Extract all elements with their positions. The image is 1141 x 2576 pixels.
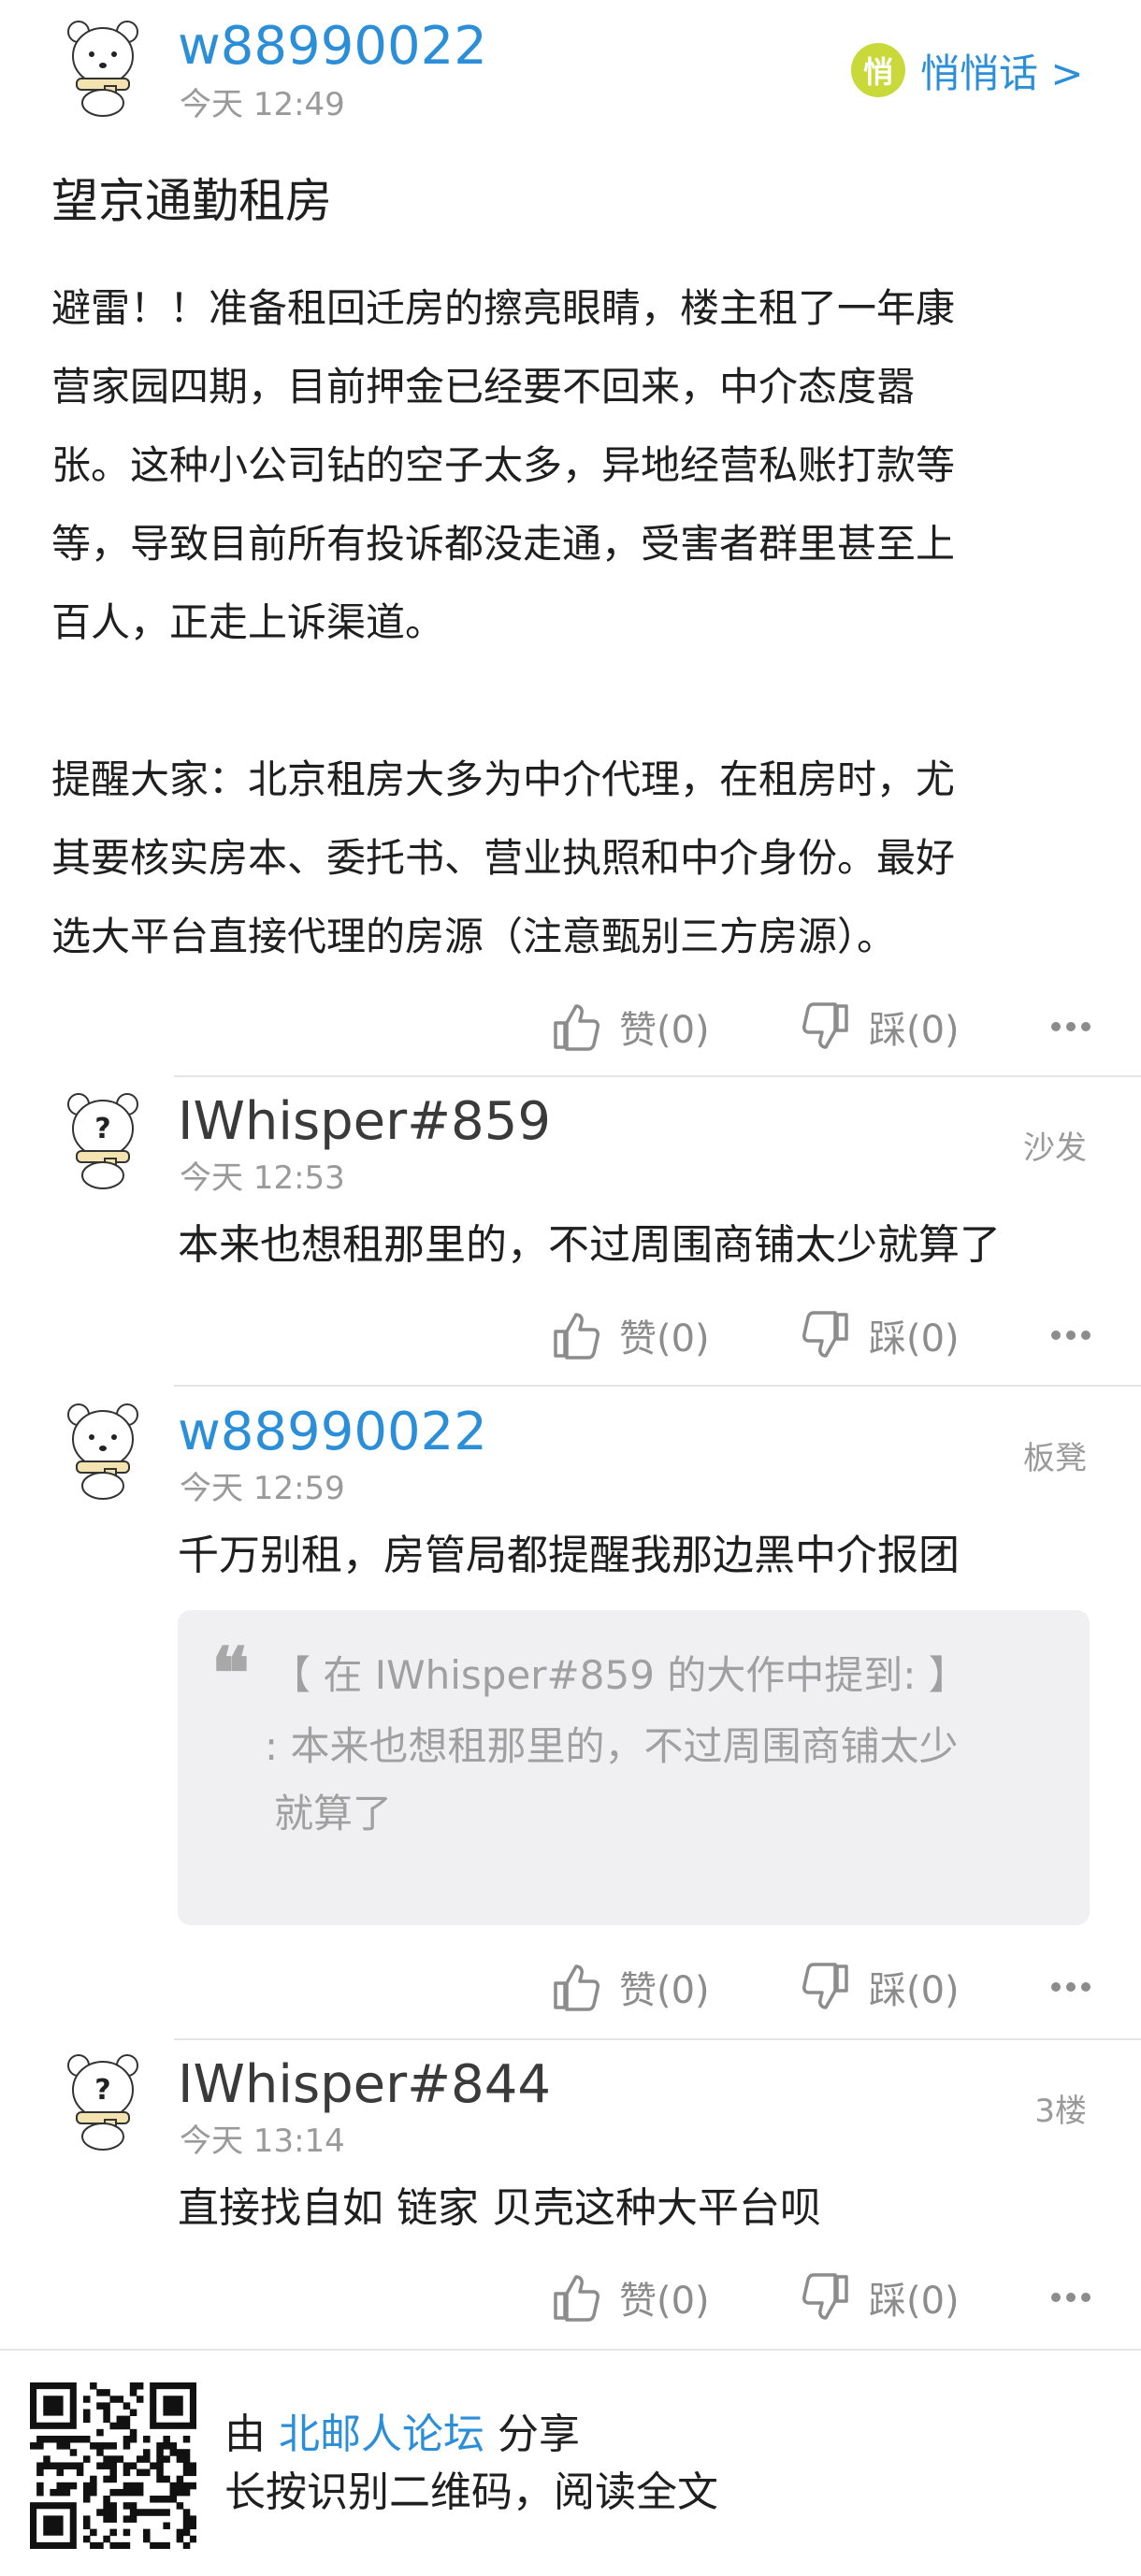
divider	[174, 1075, 1141, 1077]
thumbs-down-icon	[802, 1311, 848, 1358]
post-body-line: 营家园四期，目前押金已经要不回来，中介态度嚣	[51, 364, 917, 410]
quote-header: 【 在 IWhisper#859 的大作中提到: 】	[271, 1652, 968, 1698]
reply-author[interactable]: IWhisper#859	[178, 1092, 551, 1152]
like-button[interactable]: 赞(0)	[550, 994, 710, 1059]
dislike-button[interactable]: 踩(0)	[800, 994, 960, 1059]
reply-text: 千万别租，房管局都提醒我那边黑中介报团	[178, 1532, 960, 1579]
more-icon	[1051, 1331, 1090, 1340]
post-body-line: 避雷！！准备租回迁房的擦亮眼睛，楼主租了一年康	[51, 285, 956, 331]
divider	[174, 1385, 1141, 1387]
quote-body: : 本来也想租那里的，不过周围商铺太少 就算了	[265, 1713, 1069, 1848]
quote-line: : 本来也想租那里的，不过周围商铺太少	[265, 1723, 959, 1769]
quote-mark-icon: ❝	[211, 1632, 250, 1715]
floor-label: 板凳	[1023, 1440, 1087, 1477]
post-actions: 赞(0) 踩(0)	[542, 994, 1104, 1059]
question-bear-avatar-icon[interactable]: ?	[64, 2051, 142, 2153]
dislike-button[interactable]: 踩(0)	[800, 2265, 960, 2330]
like-button[interactable]: 赞(0)	[550, 1302, 710, 1368]
dislike-button[interactable]: 踩(0)	[800, 1954, 960, 2020]
share-prefix: 由	[224, 2411, 279, 2458]
reply-author[interactable]: IWhisper#844	[178, 2055, 551, 2115]
thumbs-up-icon	[554, 1313, 599, 1360]
forum-link[interactable]: 北邮人论坛	[279, 2411, 484, 2458]
dislike-count: 踩(0)	[869, 2280, 960, 2323]
reply-time: 今天 12:59	[180, 1470, 345, 1507]
bear-avatar-icon[interactable]	[64, 1400, 142, 1503]
more-icon	[1051, 1022, 1090, 1031]
like-button[interactable]: 赞(0)	[550, 2265, 710, 2330]
post-body-line: 百人，正走上诉渠道。	[51, 599, 445, 645]
post-author[interactable]: w88990022	[178, 17, 487, 77]
forum-thread-page: w88990022 今天 12:49 悄 悄悄话 > 望京通勤租房 避雷！！准备…	[0, 0, 1141, 2576]
dislike-count: 踩(0)	[869, 1969, 960, 2012]
floor-label: 沙发	[1023, 1130, 1087, 1167]
more-button[interactable]	[1043, 1302, 1099, 1368]
like-count: 赞(0)	[619, 1009, 710, 1052]
post-body-line: 提醒大家：北京租房大多为中介代理，在租房时，尤	[51, 756, 956, 802]
post-body: 避雷！！准备租回迁房的擦亮眼睛，楼主租了一年康 营家园四期，目前押金已经要不回来…	[51, 269, 1099, 976]
floor-label: 3楼	[1034, 2093, 1087, 2130]
reply-text: 直接找自如 链家 贝壳这种大平台呗	[178, 2184, 821, 2232]
whisper-label: 悄悄话 >	[920, 50, 1084, 96]
reply-text: 本来也想租那里的，不过周围商铺太少就算了	[178, 1221, 1001, 1269]
question-bear-avatar-icon[interactable]: ?	[64, 1089, 142, 1192]
share-suffix: 分享	[484, 2411, 580, 2458]
thumbs-up-icon	[554, 1964, 599, 2011]
more-button[interactable]	[1043, 2265, 1099, 2330]
reply-actions: 赞(0) 踩(0)	[542, 1302, 1104, 1368]
reply-author[interactable]: w88990022	[178, 1403, 487, 1462]
post-body-line: 选大平台直接代理的房源（注意甄别三方房源）。	[51, 914, 897, 959]
quote-line: 就算了	[274, 1791, 393, 1836]
more-icon	[1051, 1982, 1090, 1992]
post-title: 望京通勤租房	[51, 174, 332, 228]
more-icon	[1051, 2293, 1090, 2302]
divider	[174, 2038, 1141, 2040]
thumbs-down-icon	[802, 1963, 848, 2009]
bear-avatar-icon[interactable]	[64, 17, 142, 120]
like-button[interactable]: 赞(0)	[550, 1954, 710, 2020]
footer-divider	[0, 2349, 1141, 2351]
qr-code-icon[interactable]	[30, 2382, 197, 2550]
whisper-button[interactable]: 悄 悄悄话 >	[851, 37, 1084, 103]
post-time: 今天 12:49	[180, 86, 345, 123]
svg-text:?: ?	[94, 1113, 110, 1145]
more-button[interactable]	[1043, 994, 1099, 1059]
like-count: 赞(0)	[619, 1969, 710, 2012]
dislike-count: 踩(0)	[869, 1009, 960, 1052]
thumbs-up-icon	[554, 1004, 599, 1051]
like-count: 赞(0)	[619, 2280, 710, 2323]
post-body-line: 张。这种小公司钻的空子太多，异地经营私账打款等	[51, 442, 956, 488]
reply-time: 今天 12:53	[180, 1159, 345, 1197]
reply-time: 今天 13:14	[180, 2123, 345, 2160]
post-body-line: 其要核实房本、委托书、营业执照和中介身份。最好	[51, 835, 956, 881]
whisper-badge: 悄	[851, 43, 905, 97]
dislike-button[interactable]: 踩(0)	[800, 1302, 960, 1368]
quote-block: ❝ 【 在 IWhisper#859 的大作中提到: 】 : 本来也想租那里的，…	[178, 1610, 1090, 1925]
thumbs-down-icon	[802, 2273, 848, 2320]
qr-hint: 长按识别二维码，阅读全文	[224, 2468, 718, 2516]
share-line: 由 北邮人论坛 分享	[224, 2407, 580, 2463]
dislike-count: 踩(0)	[869, 1317, 960, 1360]
post-body-blank-line	[51, 662, 1099, 741]
post-body-line: 等，导致目前所有投诉都没走通，受害者群里甚至上	[51, 521, 956, 567]
thumbs-down-icon	[802, 1002, 848, 1049]
reply-actions: 赞(0) 踩(0)	[542, 2265, 1104, 2330]
thumbs-up-icon	[554, 2275, 599, 2322]
svg-text:?: ?	[94, 2074, 110, 2107]
more-button[interactable]	[1043, 1954, 1099, 2020]
reply-actions: 赞(0) 踩(0)	[542, 1954, 1104, 2020]
like-count: 赞(0)	[619, 1317, 710, 1360]
